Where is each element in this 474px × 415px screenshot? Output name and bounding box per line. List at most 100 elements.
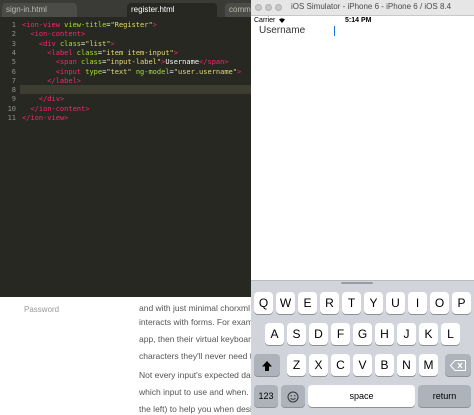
close-window-icon[interactable] [255, 4, 262, 11]
zoom-window-icon[interactable] [275, 4, 282, 11]
simulator-title-bar: iOS Simulator - iPhone 6 - iPhone 6 / iO… [251, 0, 474, 16]
shift-arrow-icon [261, 358, 273, 372]
wifi-icon [278, 17, 286, 25]
code-line: </ion-view> [22, 114, 68, 122]
code-editor-window: sign-in.html register.html comm 12345678… [0, 0, 252, 297]
key-i[interactable]: I [408, 292, 427, 314]
code-line: <span class="input-label">Username</span… [22, 58, 229, 66]
emoji-icon [287, 389, 299, 403]
key-c[interactable]: C [331, 354, 350, 376]
key-b[interactable]: B [375, 354, 394, 376]
background-text-line: characters they'll never need t [139, 351, 253, 361]
key-u[interactable]: U [386, 292, 405, 314]
code-token: ion-view [26, 21, 60, 29]
tab-register[interactable]: register.html [127, 3, 217, 17]
code-token: "item item-input" [102, 48, 174, 57]
key-r[interactable]: R [320, 292, 339, 314]
line-number: 11 [7, 114, 16, 122]
code-token: > [64, 114, 69, 122]
key-f[interactable]: F [331, 323, 350, 345]
code-token: label [51, 48, 73, 57]
key-s[interactable]: S [287, 323, 306, 345]
line-number: 4 [11, 48, 16, 57]
code-token: </ [22, 104, 39, 113]
line-number: 7 [11, 76, 16, 85]
code-token: "list" [85, 39, 111, 48]
code-line: <ion-content> [22, 30, 85, 38]
code-token: label [55, 76, 77, 85]
key-e[interactable]: E [298, 292, 317, 314]
key-p[interactable]: P [452, 292, 471, 314]
current-line-highlight [20, 85, 252, 94]
key-d[interactable]: D [309, 323, 328, 345]
shift-key[interactable] [254, 354, 280, 376]
code-line: <label class="item item-input"> [22, 49, 178, 57]
background-text-line: and with just minimal chorxml [139, 303, 251, 313]
username-label: Username [259, 25, 306, 36]
code-token: ion-view [30, 114, 65, 122]
code-token: < [22, 67, 60, 76]
keyboard-handle [341, 282, 373, 284]
code-token: "text" [106, 67, 132, 76]
line-number: 9 [11, 95, 16, 104]
key-h[interactable]: H [375, 323, 394, 345]
code-token: input [59, 67, 82, 76]
editor-tab-bar: sign-in.html register.html comm [0, 0, 252, 17]
code-token: class [55, 39, 82, 48]
code-token: "Register" [110, 21, 153, 29]
key-a[interactable]: A [265, 323, 284, 345]
code-token: > [110, 39, 115, 48]
code-token: < [22, 58, 60, 67]
code-token: </ [22, 76, 56, 85]
space-key[interactable]: space [308, 385, 415, 407]
ios-simulator-window: iOS Simulator - iPhone 6 - iPhone 6 / iO… [251, 0, 474, 415]
code-token: span [59, 58, 77, 67]
key-w[interactable]: W [276, 292, 295, 314]
code-line: </label> [22, 77, 81, 85]
emoji-key[interactable] [281, 385, 305, 407]
key-g[interactable]: G [353, 323, 372, 345]
code-line: <ion-view view-title="Register"> [22, 21, 157, 29]
line-number: 10 [7, 104, 16, 113]
line-number: 6 [11, 67, 16, 76]
minimize-window-icon[interactable] [265, 4, 272, 11]
key-t[interactable]: T [342, 292, 361, 314]
tab-sign-in[interactable]: sign-in.html [2, 3, 77, 17]
key-q[interactable]: Q [254, 292, 273, 314]
code-token: ion-content [38, 104, 86, 113]
line-number: 3 [11, 39, 16, 48]
key-n[interactable]: N [397, 354, 416, 376]
status-time: 5:14 PM [345, 17, 372, 24]
key-o[interactable]: O [430, 292, 449, 314]
key-m[interactable]: M [419, 354, 438, 376]
carrier-label: Carrier [254, 17, 276, 24]
numbers-key[interactable]: 123 [254, 385, 278, 407]
code-token: > [59, 95, 65, 104]
line-number: 1 [11, 21, 16, 29]
key-x[interactable]: X [309, 354, 328, 376]
delete-key[interactable] [445, 354, 471, 376]
simulator-title: iOS Simulator - iPhone 6 - iPhone 6 / iO… [291, 2, 452, 11]
key-l[interactable]: L [441, 323, 460, 345]
key-j[interactable]: J [397, 323, 416, 345]
background-text-line: app, then their virtual keyboar [139, 334, 251, 344]
background-text-line: the left) to help you when desi [139, 404, 252, 414]
background-text-line: interacts with forms. For exam [139, 317, 253, 327]
return-key[interactable]: return [418, 385, 471, 407]
code-token: < [22, 48, 52, 57]
line-number-gutter: 1 2 3 4 5 6 7 8 9 10 11 [0, 17, 20, 297]
code-token: < [22, 39, 44, 48]
key-y[interactable]: Y [364, 292, 383, 314]
code-token: class [72, 48, 98, 57]
background-text-line: which input to use and when. [139, 387, 249, 397]
ios-keyboard: QWERTYUIOP ASDFGHJKL ZXCVBNM 123 space r… [251, 280, 474, 415]
key-z[interactable]: Z [287, 354, 306, 376]
background-text-line: Not every input's expected da [139, 370, 251, 380]
code-token: > [85, 104, 90, 113]
key-v[interactable]: V [353, 354, 372, 376]
code-line: </div> [22, 95, 64, 103]
key-k[interactable]: K [419, 323, 438, 345]
tab-comm[interactable]: comm [225, 3, 252, 17]
text-input-caret [334, 26, 335, 36]
delete-backspace-icon [449, 358, 466, 372]
